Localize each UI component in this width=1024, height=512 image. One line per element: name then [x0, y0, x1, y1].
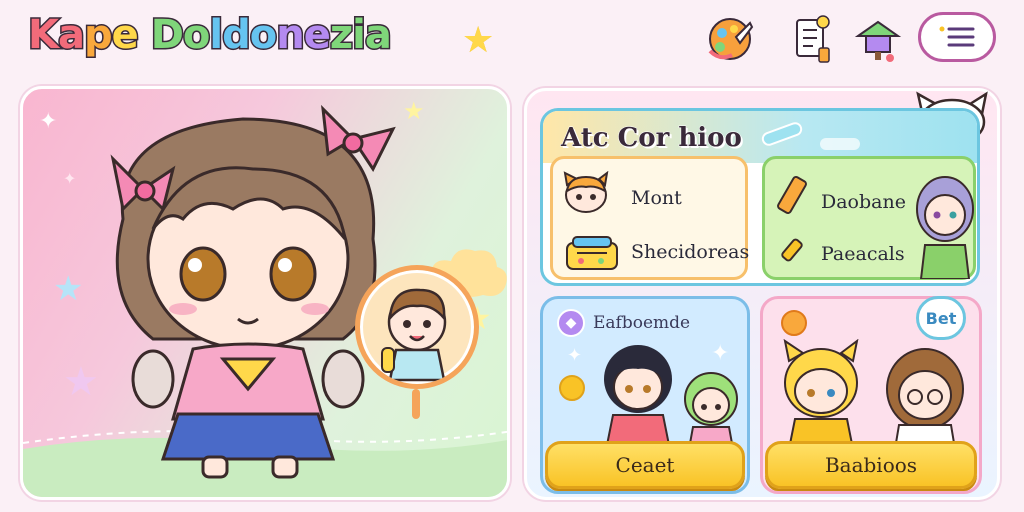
pencil-small-icon	[781, 238, 803, 262]
anime-girl-avatar	[110, 104, 396, 479]
friends-button[interactable]: Baabioos	[765, 441, 977, 489]
chibi-boy-badge[interactable]	[355, 265, 479, 389]
title-part: ne	[275, 11, 333, 60]
title-part: Ka	[27, 11, 87, 60]
menu-button[interactable]	[918, 12, 996, 62]
menu-icon	[939, 26, 975, 47]
characters-card[interactable]: ◆ Eafboemde ✦ ✦ Ceaet	[540, 296, 750, 494]
star-icon: ★	[462, 20, 495, 61]
dark-hair-character	[604, 345, 672, 445]
row-label: Daobane	[821, 191, 906, 213]
set-badge[interactable]: Bet	[916, 296, 966, 340]
brown-hair-character	[886, 348, 964, 449]
sparkle-icon: ✦	[63, 169, 77, 188]
title-part: zia	[328, 11, 393, 60]
sparkle-icon: ✦	[567, 345, 583, 366]
pencil-icon	[761, 122, 860, 150]
gem-icon: ◆	[557, 309, 585, 337]
resources-card[interactable]: Mont Shecidoreas	[550, 156, 750, 280]
purple-hair-character	[916, 176, 974, 279]
checklist-icon[interactable]	[784, 12, 840, 68]
flower-icon	[781, 310, 807, 336]
cat-girl-icon	[563, 171, 609, 213]
blonde-cat-character	[783, 339, 859, 449]
header: Kape Doldonezia ★	[0, 0, 1024, 80]
pencil-icon	[777, 176, 807, 214]
tree-icon[interactable]	[850, 12, 906, 68]
card-title: Atc Cor hioo	[561, 123, 743, 154]
flower-icon	[559, 375, 585, 401]
character-panel: ✦ ✦ ★ ★ ★ ★ ✦	[20, 86, 510, 500]
badge-stick	[412, 389, 420, 419]
create-button[interactable]: Ceaet	[545, 441, 745, 489]
basket-icon	[566, 236, 618, 270]
row-label: Mont	[631, 187, 682, 209]
chibi-boy-icon	[381, 288, 447, 382]
title-part: p	[83, 11, 115, 60]
sparkle-icon: ✦	[39, 109, 58, 134]
app-title: Kape Doldonezia	[27, 11, 394, 60]
row-label: Paeacals	[821, 243, 905, 265]
card-title: Eafboemde	[593, 313, 691, 333]
tools-card[interactable]: Daobane Paeacals	[762, 156, 976, 280]
sparkle-icon: ✦	[711, 341, 730, 366]
star-icon: ★	[53, 269, 84, 309]
green-hair-character	[684, 372, 738, 449]
title-part: ldo	[208, 11, 279, 60]
title-part: Do	[149, 11, 212, 60]
title-part: e	[110, 11, 151, 60]
palette-icon[interactable]	[702, 12, 758, 68]
row-label: Shecidoreas	[631, 241, 750, 263]
